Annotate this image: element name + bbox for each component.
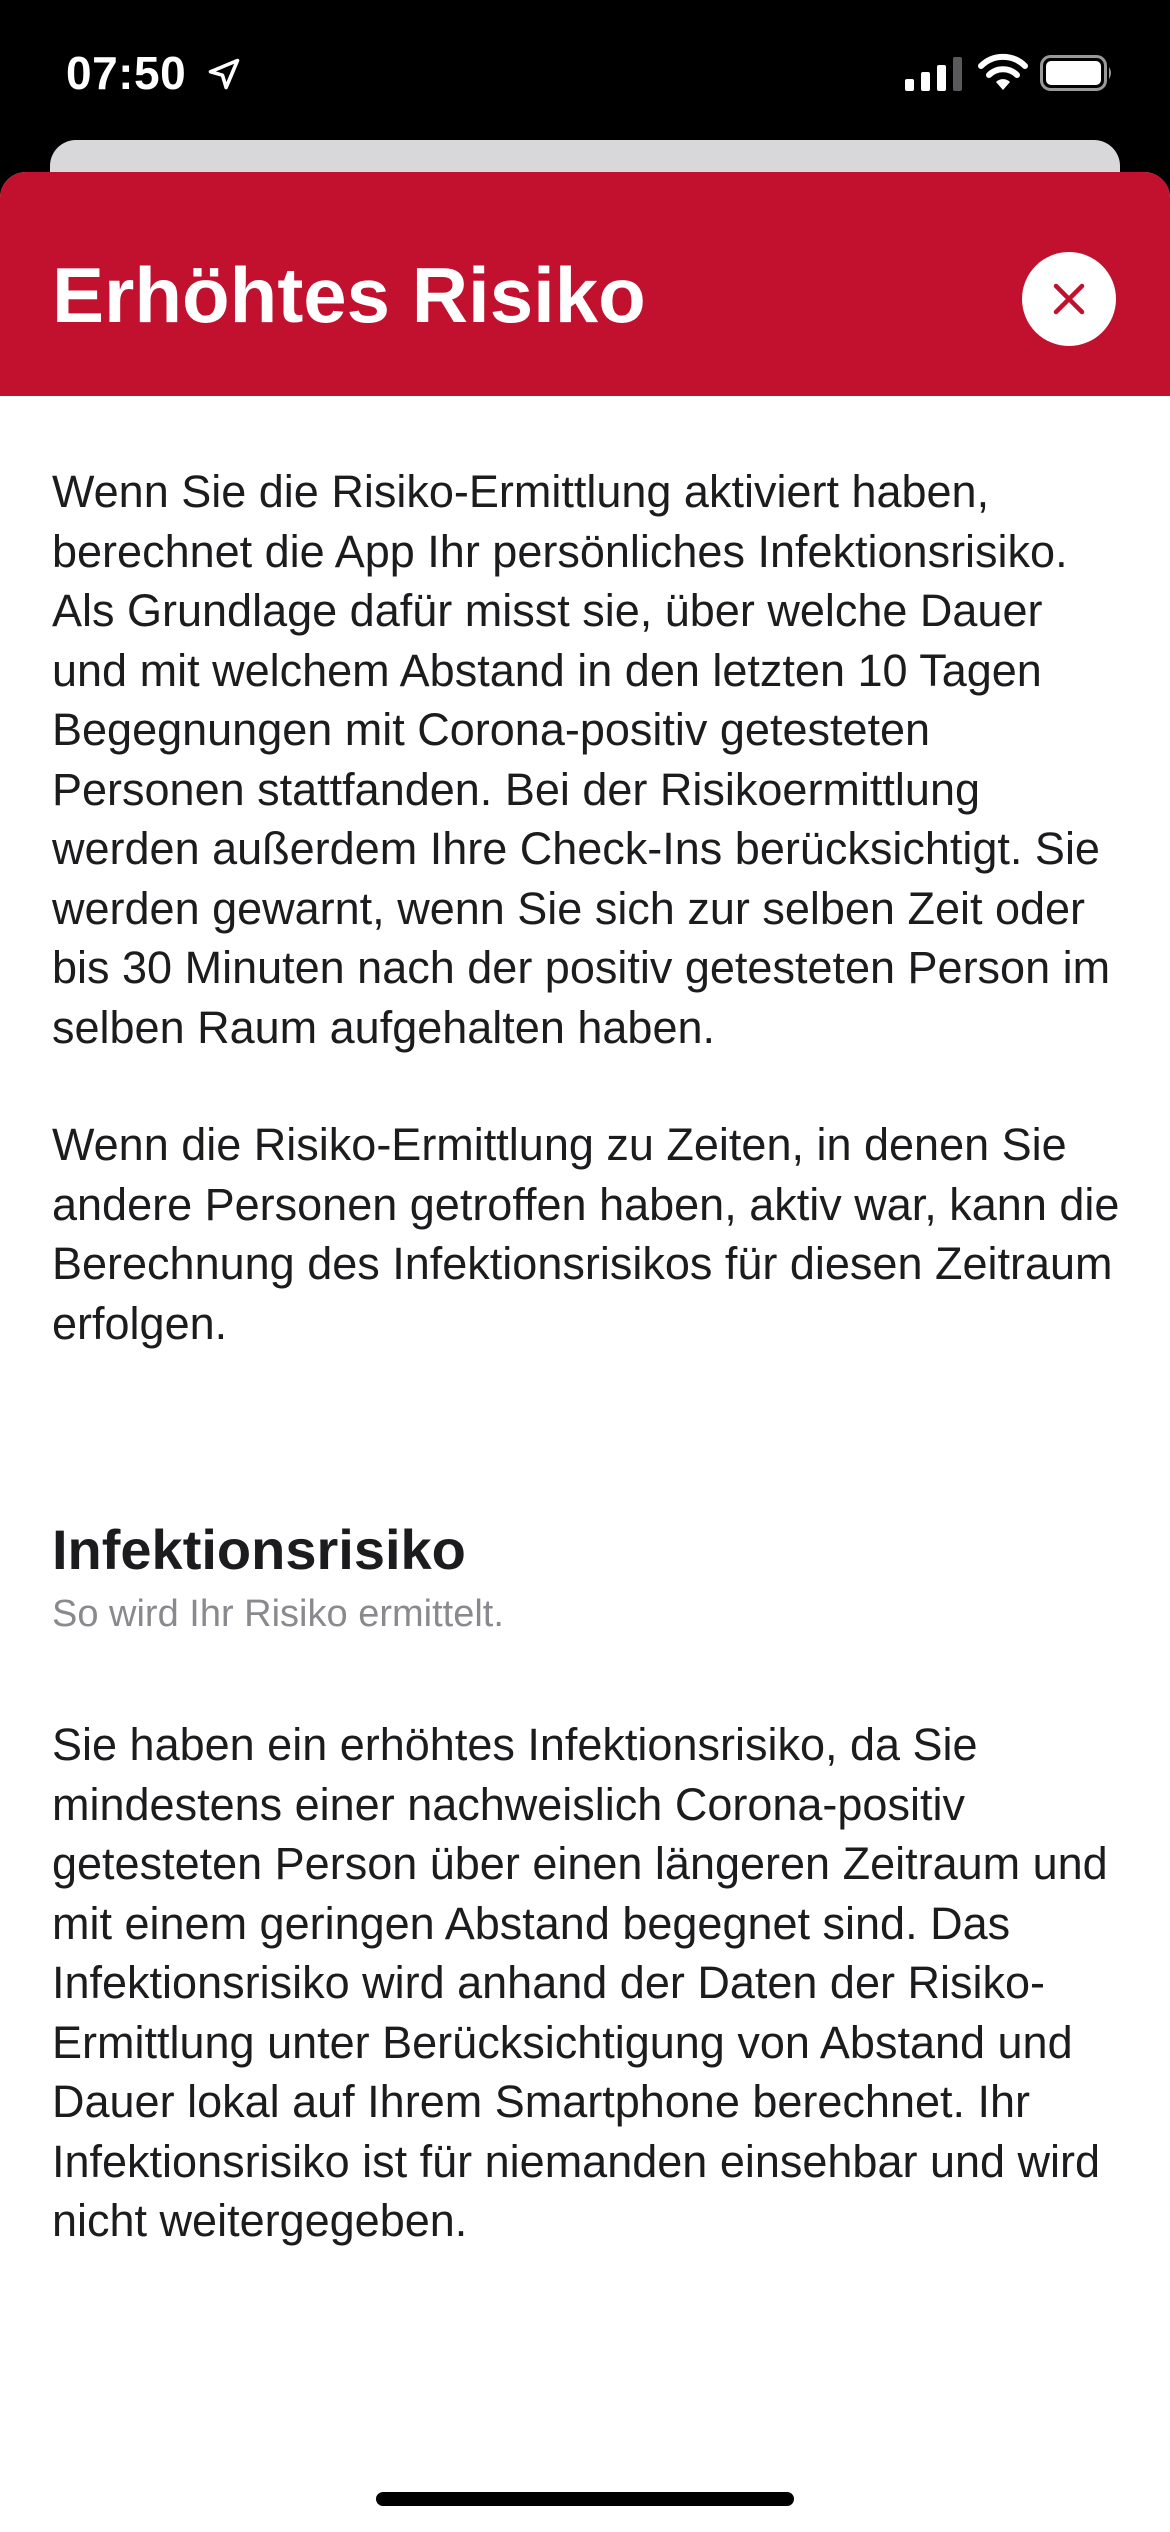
modal-header: Erhöhtes Risiko [0,172,1170,396]
status-time: 07:50 [66,47,187,99]
section-title: Infektionsrisiko [52,1518,466,1581]
section-subtitle: So wird Ihr Risiko ermittelt. [52,1593,504,1635]
wifi-icon [978,53,1028,90]
content-area: Wenn Sie die Risiko-Ermittlung aktiviert… [52,462,1122,2251]
page-title: Erhöhtes Risiko [52,251,646,339]
intro-paragraph: Wenn Sie die Risiko-Ermittlung aktiviert… [52,466,1111,1053]
modal-sheet: Erhöhtes Risiko Wenn Sie die Risiko-Ermi… [0,172,1170,2532]
cellular-signal-icon [905,57,962,91]
calculation-paragraph: Wenn die Risiko-Ermittlung zu Zeiten, in… [52,1119,1120,1349]
risk-paragraph: Sie haben ein erhöhtes Infektionsrisiko,… [52,1719,1108,2246]
battery-icon [1040,55,1111,91]
status-bar: 07:50 [0,0,1170,150]
close-icon [1053,283,1085,315]
location-arrow-icon [208,58,240,90]
close-button[interactable] [1022,252,1116,346]
home-indicator[interactable] [376,2492,794,2506]
